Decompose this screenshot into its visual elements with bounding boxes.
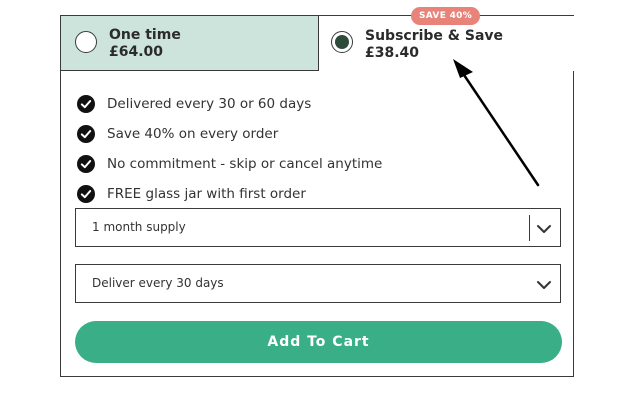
check-circle-icon [77, 155, 95, 173]
check-circle-icon [77, 125, 95, 143]
benefit-item: FREE glass jar with first order [77, 179, 382, 209]
select-divider [529, 215, 530, 241]
benefit-text: Save 40% on every order [107, 126, 279, 142]
delivery-select-value: Deliver every 30 days [92, 276, 224, 290]
benefit-text: Delivered every 30 or 60 days [107, 96, 312, 112]
one-time-title: One time [109, 27, 181, 43]
benefit-item: No commitment - skip or cancel anytime [77, 149, 382, 179]
one-time-option[interactable]: One time £64.00 [61, 16, 319, 71]
radio-selected-dot [335, 35, 349, 49]
subscribe-price: £38.40 [365, 45, 420, 61]
supply-select-value: 1 month supply [92, 220, 186, 234]
benefit-text: FREE glass jar with first order [107, 186, 306, 202]
benefit-item: Save 40% on every order [77, 119, 382, 149]
benefits-list: Delivered every 30 or 60 days Save 40% o… [77, 89, 382, 209]
add-to-cart-button[interactable]: Add To Cart [75, 321, 562, 363]
check-circle-icon [77, 95, 95, 113]
one-time-radio[interactable] [75, 31, 97, 53]
subscribe-radio[interactable] [331, 31, 353, 53]
arrow-icon [453, 59, 540, 187]
savings-badge: SAVE 40% [411, 7, 481, 25]
delivery-select[interactable]: Deliver every 30 days [75, 264, 561, 303]
benefit-item: Delivered every 30 or 60 days [77, 89, 382, 119]
check-circle-icon [77, 185, 95, 203]
one-time-price: £64.00 [109, 44, 164, 60]
chevron-down-icon[interactable] [536, 221, 552, 240]
supply-select[interactable]: 1 month supply [75, 208, 561, 247]
subscribe-title: Subscribe & Save [365, 28, 504, 44]
chevron-down-icon[interactable] [536, 277, 552, 296]
benefit-text: No commitment - skip or cancel anytime [107, 156, 383, 172]
